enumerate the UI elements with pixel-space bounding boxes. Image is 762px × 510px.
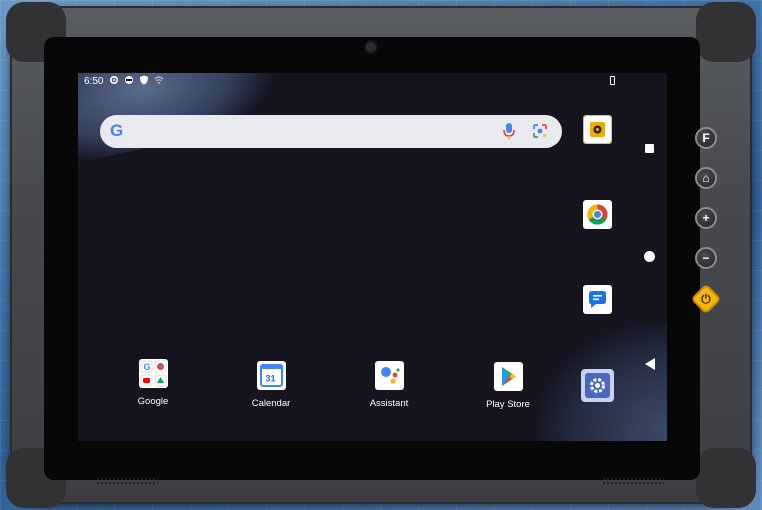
speaker-grille-left <box>96 477 158 485</box>
app-label: Calendar <box>251 398 291 409</box>
bumper-corner <box>696 2 756 62</box>
shield-icon <box>139 75 149 88</box>
settings-icon[interactable] <box>581 369 614 402</box>
play-store-icon <box>493 362 523 391</box>
assistant-icon <box>374 361 404 390</box>
search-bar[interactable]: G <box>100 115 562 148</box>
chrome-icon[interactable] <box>583 200 612 229</box>
app-assistant[interactable]: Assistant <box>349 361 429 409</box>
lens-icon[interactable] <box>532 123 548 139</box>
status-bar: 6:50 <box>78 73 667 89</box>
camera-app-icon[interactable] <box>583 115 612 144</box>
app-google[interactable]: G Google <box>113 359 193 407</box>
sync-icon <box>124 75 134 88</box>
volume-up-button[interactable]: + <box>695 207 717 229</box>
power-icon: ⏻ <box>701 292 711 306</box>
mic-icon[interactable] <box>502 122 516 141</box>
gear-icon <box>109 75 119 88</box>
wifi-off-icon <box>154 75 164 88</box>
calendar-badge: 31 <box>265 374 275 384</box>
app-play-store[interactable]: Play Store <box>468 362 548 410</box>
app-label: Assistant <box>369 398 409 409</box>
google-folder-icon: G <box>138 359 168 388</box>
home-hardware-button[interactable]: ⌂ <box>695 167 717 189</box>
app-label: Google <box>137 396 169 407</box>
front-camera <box>366 42 376 52</box>
status-time: 6:50 <box>84 76 104 87</box>
battery-icon <box>610 76 615 85</box>
speaker-grille-right <box>602 477 664 485</box>
function-button[interactable]: F <box>695 127 717 149</box>
google-logo: G <box>110 121 124 140</box>
overview-icon[interactable] <box>645 144 654 153</box>
messages-icon[interactable] <box>583 285 612 314</box>
app-label: Play Store <box>486 399 530 410</box>
svg-text:G: G <box>143 362 150 372</box>
app-calendar[interactable]: 31 Calendar <box>231 361 311 409</box>
home-icon[interactable] <box>644 251 655 262</box>
volume-down-button[interactable]: − <box>695 247 717 269</box>
screen: 6:50 G G Google 31 Calendar Assistant Pl… <box>78 73 667 441</box>
calendar-icon: 31 <box>256 361 286 390</box>
back-icon[interactable] <box>645 358 655 370</box>
bumper-corner <box>696 448 756 508</box>
